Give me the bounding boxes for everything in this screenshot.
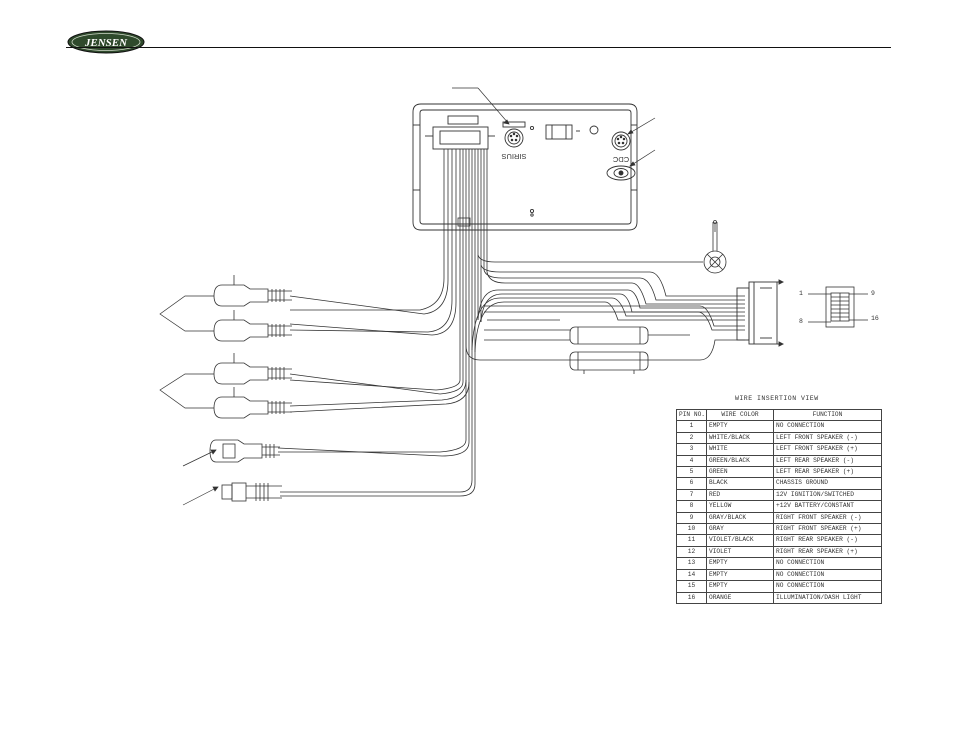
wire-color: GRAY/BLACK bbox=[706, 511, 774, 525]
pin-1-label: 1 bbox=[799, 290, 803, 297]
aux-jack bbox=[209, 439, 280, 463]
wire-color: EMPTY bbox=[706, 557, 774, 570]
pin-number: 6 bbox=[676, 477, 707, 490]
wire-function: RIGHT REAR SPEAKER (+) bbox=[773, 545, 882, 559]
table-row: 8 YELLOW +12V BATTERY/CONSTANT bbox=[676, 500, 882, 513]
pin-number: 16 bbox=[676, 591, 707, 604]
cdc-label: CDC bbox=[612, 155, 629, 164]
wire-color: VIOLET bbox=[706, 545, 774, 559]
wiring-table: PIN NO. WIRE COLOR FUNCTION 1 EMPTY NO CON… bbox=[676, 408, 882, 604]
pin-number: 5 bbox=[676, 466, 707, 479]
pin-number: 7 bbox=[676, 488, 707, 502]
wire-color: GREEN/BLACK bbox=[706, 454, 774, 468]
sirius-port bbox=[502, 121, 526, 148]
table-row: 10 GRAY RIGHT FRONT SPEAKER (+) bbox=[676, 523, 882, 536]
wiring-diagram: SIRIUS CDC bbox=[159, 87, 868, 506]
pin-number: 4 bbox=[676, 454, 707, 468]
sirius-label: SIRIUS bbox=[501, 152, 526, 161]
pin-number: 10 bbox=[676, 523, 707, 536]
pin-9-label: 9 bbox=[871, 290, 875, 297]
wire-color: BLACK bbox=[706, 477, 774, 490]
wire-color: GREEN bbox=[706, 466, 774, 479]
rca-group-brackets bbox=[159, 295, 210, 409]
wire-color: WHITE bbox=[706, 443, 774, 456]
rca-wires bbox=[277, 277, 476, 497]
wire-color: VIOLET/BLACK bbox=[706, 534, 774, 547]
table-row: 11 VIOLET/BLACK RIGHT REAR SPEAKER (-) bbox=[676, 534, 882, 547]
table-row: 12 VIOLET RIGHT REAR SPEAKER (+) bbox=[676, 545, 882, 559]
harness-plug bbox=[736, 279, 785, 347]
fuse-holder bbox=[569, 351, 649, 374]
table-row: 16 ORANGE ILLUMINATION/DASH LIGHT bbox=[676, 591, 882, 604]
pin-number: 2 bbox=[676, 431, 707, 445]
table-row: 7 RED 12V IGNITION/SWITCHED bbox=[676, 488, 882, 502]
rca-connector bbox=[210, 353, 292, 385]
column-header-color: WIRE COLOR bbox=[706, 408, 774, 422]
table-row: 6 BLACK CHASSIS GROUND bbox=[676, 477, 882, 490]
pin-number: 12 bbox=[676, 545, 707, 559]
pin-number: 9 bbox=[676, 511, 707, 525]
wire-function: NO CONNECTION bbox=[773, 568, 882, 582]
antenna-adapter bbox=[690, 220, 727, 274]
table-header-row: PIN NO. WIRE COLOR FUNCTION bbox=[676, 408, 882, 422]
wire-function: +12V BATTERY/CONSTANT bbox=[773, 500, 882, 513]
pin-number: 15 bbox=[676, 580, 707, 593]
pin-number: 14 bbox=[676, 568, 707, 582]
column-header-pin: PIN NO. bbox=[676, 408, 707, 422]
table-row: 1 EMPTY NO CONNECTION bbox=[676, 420, 882, 433]
wire-color: GRAY bbox=[706, 523, 774, 536]
table-row: 13 EMPTY NO CONNECTION bbox=[676, 557, 882, 570]
wire-color: RED bbox=[706, 488, 774, 502]
wire-color: YELLOW bbox=[706, 500, 774, 513]
wire-color: EMPTY bbox=[706, 568, 774, 582]
table-row: 14 EMPTY NO CONNECTION bbox=[676, 568, 882, 582]
table-row: 5 GREEN LEFT REAR SPEAKER (+) bbox=[676, 466, 882, 479]
table-row: 4 GREEN/BLACK LEFT REAR SPEAKER (-) bbox=[676, 454, 882, 468]
wire-function: CHASSIS GROUND bbox=[773, 477, 882, 490]
cdc-port bbox=[611, 131, 631, 151]
wire-function: NO CONNECTION bbox=[773, 557, 882, 570]
wire-function: RIGHT REAR SPEAKER (-) bbox=[773, 534, 882, 547]
wire-function: RIGHT FRONT SPEAKER (+) bbox=[773, 523, 882, 536]
wire-function: LEFT REAR SPEAKER (-) bbox=[773, 454, 882, 468]
rca-connector bbox=[210, 387, 292, 419]
wire-function: 12V IGNITION/SWITCHED bbox=[773, 488, 882, 502]
pin-number: 8 bbox=[676, 500, 707, 513]
wiring-table-title: WIRE INSERTION VIEW bbox=[735, 395, 819, 402]
wire-color: EMPTY bbox=[706, 420, 774, 433]
pin-16-label: 16 bbox=[871, 315, 879, 322]
wire-function: RIGHT FRONT SPEAKER (-) bbox=[773, 511, 882, 525]
wire-function: ILLUMINATION/DASH LIGHT bbox=[773, 591, 882, 604]
pin-number: 13 bbox=[676, 557, 707, 570]
table-row: 9 GRAY/BLACK RIGHT FRONT SPEAKER (-) bbox=[676, 511, 882, 525]
rca-connector bbox=[210, 275, 292, 307]
head-unit bbox=[412, 103, 638, 231]
wire-bundle bbox=[443, 149, 488, 442]
table-row: 2 WHITE/BLACK LEFT FRONT SPEAKER (-) bbox=[676, 431, 882, 445]
pin-face-view bbox=[808, 286, 868, 328]
remote-plug bbox=[221, 482, 282, 502]
wire-function: LEFT REAR SPEAKER (+) bbox=[773, 466, 882, 479]
wire-color: EMPTY bbox=[706, 580, 774, 593]
wire-color: ORANGE bbox=[706, 591, 774, 604]
pin-number: 1 bbox=[676, 420, 707, 433]
column-header-function: FUNCTION bbox=[773, 408, 882, 422]
wire-function: LEFT FRONT SPEAKER (-) bbox=[773, 431, 882, 445]
wire-function: LEFT FRONT SPEAKER (+) bbox=[773, 443, 882, 456]
table-row: 3 WHITE LEFT FRONT SPEAKER (+) bbox=[676, 443, 882, 456]
pin-number: 3 bbox=[676, 443, 707, 456]
wire-color: WHITE/BLACK bbox=[706, 431, 774, 445]
rca-connector bbox=[210, 310, 292, 342]
pin-number: 11 bbox=[676, 534, 707, 547]
fuse-holder bbox=[569, 326, 690, 345]
callout-leaders bbox=[182, 87, 656, 506]
wire-function: NO CONNECTION bbox=[773, 420, 882, 433]
pin-8-label: 8 bbox=[799, 318, 803, 325]
table-row: 15 EMPTY NO CONNECTION bbox=[676, 580, 882, 593]
wire-function: NO CONNECTION bbox=[773, 580, 882, 593]
